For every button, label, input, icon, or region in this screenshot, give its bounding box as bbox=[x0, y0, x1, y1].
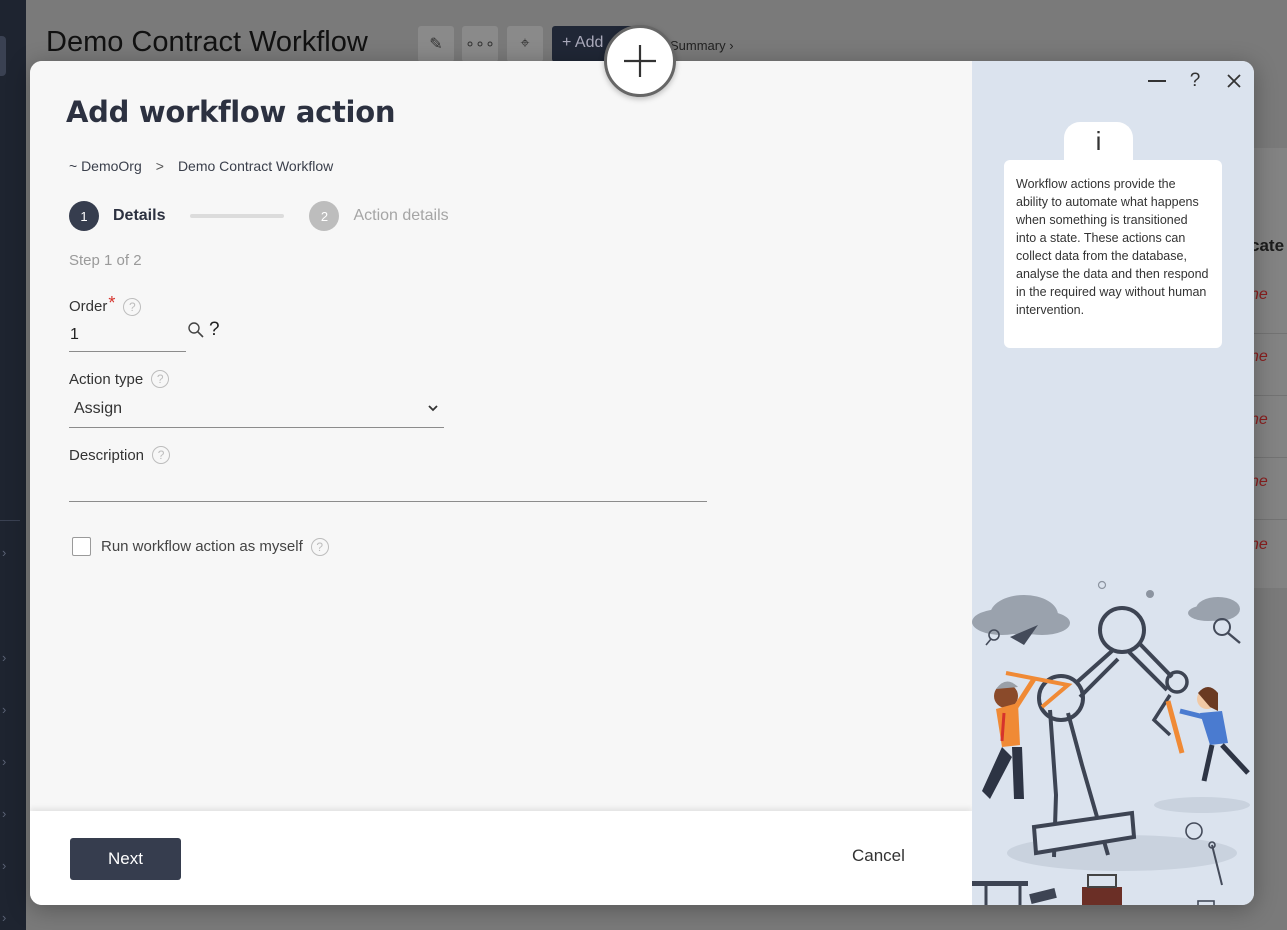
add-action-floating-button[interactable] bbox=[604, 25, 676, 97]
run-as-myself-label[interactable]: Run workflow action as myself bbox=[101, 538, 303, 555]
cancel-button[interactable]: Cancel bbox=[852, 846, 905, 866]
nav-expand-chevron-icon: › bbox=[2, 754, 7, 769]
background-table-panel bbox=[1254, 148, 1287, 588]
nav-expand-chevron-icon: › bbox=[2, 806, 7, 821]
chevron-down-icon bbox=[428, 405, 438, 412]
background-row-divider bbox=[1254, 395, 1287, 396]
more-options-icon: ∘∘∘ bbox=[462, 26, 498, 62]
order-label-row: Order * ? bbox=[69, 293, 142, 317]
left-nav-rail: › › › › › › › bbox=[0, 0, 26, 930]
description-input[interactable] bbox=[69, 471, 707, 502]
lookup-search-icon[interactable] bbox=[187, 321, 205, 339]
background-row-divider bbox=[1254, 457, 1287, 458]
nav-rail-indicator bbox=[0, 36, 6, 76]
dialog-main-content: Add workflow action ~ DemoOrg > Demo Con… bbox=[30, 61, 972, 811]
breadcrumb-item-workflow[interactable]: Demo Contract Workflow bbox=[178, 158, 333, 174]
info-icon: i bbox=[1064, 122, 1133, 164]
background-page-title: Demo Contract Workflow bbox=[46, 26, 368, 58]
action-type-label-row: Action type ? bbox=[69, 370, 170, 388]
next-button[interactable]: Next bbox=[70, 838, 181, 880]
minimize-icon[interactable] bbox=[1145, 69, 1169, 93]
action-type-help-icon[interactable]: ? bbox=[151, 370, 170, 388]
required-indicator: * bbox=[108, 293, 116, 313]
wizard-stepper: 1 Details 2 Action details bbox=[69, 201, 449, 231]
nav-expand-chevron-icon: › bbox=[2, 702, 7, 717]
breadcrumb-separator-icon: > bbox=[155, 158, 164, 174]
lookup-help-icon[interactable]: ? bbox=[209, 319, 220, 341]
edit-pencil-icon: ✎ bbox=[418, 26, 454, 62]
background-column-header: cate bbox=[1250, 236, 1285, 255]
info-side-panel: ? i Workflow actions provide the ability… bbox=[972, 61, 1254, 905]
dialog-footer: Next Cancel bbox=[30, 811, 972, 905]
order-help-icon[interactable]: ? bbox=[123, 297, 142, 316]
step-1-label: Details bbox=[113, 207, 166, 224]
background-summary-link: Summary › bbox=[670, 38, 734, 53]
nav-rail-divider bbox=[0, 520, 20, 521]
nav-expand-chevron-icon: › bbox=[2, 650, 7, 665]
info-text-card: Workflow actions provide the ability to … bbox=[1004, 160, 1222, 348]
close-icon[interactable] bbox=[1222, 69, 1246, 93]
run-as-myself-help-icon[interactable]: ? bbox=[310, 537, 329, 556]
background-row-divider bbox=[1254, 519, 1287, 520]
dialog-title: Add workflow action bbox=[66, 95, 396, 129]
action-type-select[interactable]: Assign bbox=[69, 393, 444, 428]
step-connector bbox=[190, 214, 285, 218]
step-1-indicator: 1 bbox=[69, 201, 99, 231]
action-type-label: Action type bbox=[69, 370, 144, 388]
run-as-myself-checkbox[interactable] bbox=[72, 537, 91, 556]
breadcrumb-item-org[interactable]: ~ DemoOrg bbox=[69, 158, 142, 174]
order-lookup: ? bbox=[187, 319, 220, 341]
add-workflow-action-dialog: Add workflow action ~ DemoOrg > Demo Con… bbox=[30, 61, 1254, 905]
step-2-indicator: 2 bbox=[309, 201, 340, 231]
step-counter: Step 1 of 2 bbox=[69, 252, 142, 269]
nav-expand-chevron-icon: › bbox=[2, 545, 7, 560]
order-label: Order bbox=[69, 298, 108, 315]
description-help-icon[interactable]: ? bbox=[152, 446, 171, 464]
action-type-value: Assign bbox=[74, 400, 123, 417]
run-as-myself-row: Run workflow action as myself ? bbox=[72, 537, 329, 556]
description-label: Description bbox=[69, 446, 145, 464]
background-row-divider bbox=[1254, 333, 1287, 334]
pin-icon: ⌖ bbox=[507, 26, 543, 62]
robot-arm-illustration bbox=[972, 580, 1250, 905]
order-input[interactable]: 1 bbox=[69, 318, 186, 352]
nav-expand-chevron-icon: › bbox=[2, 910, 7, 925]
help-icon[interactable]: ? bbox=[1183, 69, 1207, 93]
step-2-label: Action details bbox=[353, 207, 449, 224]
description-label-row: Description ? bbox=[69, 446, 171, 464]
plus-icon bbox=[624, 45, 656, 77]
breadcrumb: ~ DemoOrg > Demo Contract Workflow bbox=[69, 158, 333, 174]
nav-expand-chevron-icon: › bbox=[2, 858, 7, 873]
